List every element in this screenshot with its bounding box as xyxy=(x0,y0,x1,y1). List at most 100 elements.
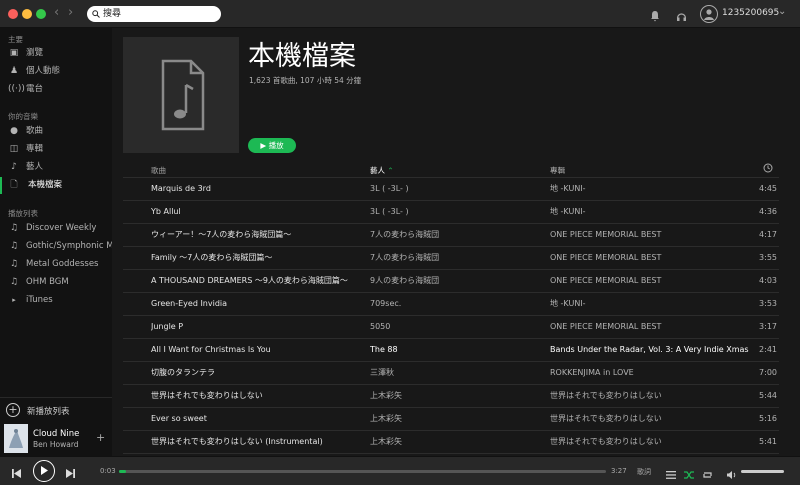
artist-cell[interactable]: The 88 xyxy=(370,339,540,361)
previous-track-icon[interactable] xyxy=(11,464,22,483)
progress-bar[interactable] xyxy=(119,470,606,473)
new-playlist-button[interactable]: + 新播放列表 xyxy=(0,397,112,421)
album-cell[interactable]: ONE PIECE MEMORIAL BEST xyxy=(550,270,755,292)
table-row[interactable]: 世界はそれでも変わりはしない (Instrumental) 上木彩矢 世界はそれ… xyxy=(123,431,779,454)
table-row[interactable]: 世界はそれでも変わりはしない 上木彩矢 世界はそれでも変わりはしない 5:44 xyxy=(123,385,779,408)
repeat-icon[interactable] xyxy=(702,465,713,484)
table-row[interactable]: All I Want for Christmas Is You The 88 B… xyxy=(123,339,779,362)
sidebar-item-label: 個人動態 xyxy=(26,66,61,76)
add-to-library-button[interactable]: + xyxy=(96,431,105,444)
playlist-icon: ♫ xyxy=(9,241,19,251)
sidebar-item-activity[interactable]: ♟ 個人動態 xyxy=(0,63,112,80)
sidebar-item-radio[interactable]: ((·)) 電台 xyxy=(0,81,112,98)
artist-cell[interactable]: 上木彩矢 xyxy=(370,408,540,430)
sidebar-item-browse[interactable]: ▣ 瀏覽 xyxy=(0,45,112,62)
sidebar-item-songs[interactable]: ● 歌曲 xyxy=(0,123,112,140)
search-input[interactable]: 搜尋 xyxy=(87,6,221,22)
column-header-album[interactable]: 專輯 xyxy=(550,165,755,176)
local-files-artwork xyxy=(123,37,239,153)
table-row[interactable]: A THOUSAND DREAMERS ～9人の麦わら海賊団篇～ 9人の麦わら海… xyxy=(123,270,779,293)
song-cell: ウィーアー！～7人の麦わら海賊団篇～ xyxy=(151,230,292,239)
artist-cell[interactable]: 上木彩矢 xyxy=(370,431,540,453)
table-row[interactable]: Family ～7人の麦わら海賊団篇～ 7人の麦わら海賊団 ONE PIECE … xyxy=(123,247,779,270)
sidebar-item-label: 電台 xyxy=(26,84,44,94)
song-cell: A THOUSAND DREAMERS ～9人の麦わら海賊団篇～ xyxy=(151,276,348,285)
duration-cell: 5:41 xyxy=(759,437,777,446)
album-cell[interactable]: 地 -KUNI- xyxy=(550,201,755,223)
table-row[interactable]: Marquis de 3rd 3L ( -3L- ) 地 -KUNI- 4:45 xyxy=(123,178,779,201)
play-label: 播放 xyxy=(268,141,284,150)
table-row[interactable]: Jungle P 5050 ONE PIECE MEMORIAL BEST 3:… xyxy=(123,316,779,339)
play-button[interactable]: ▶ 播放 xyxy=(248,138,296,153)
sidebar-item-playlist[interactable]: ♫ Discover Weekly xyxy=(0,220,112,237)
table-header: 歌曲 藝人 ⌃ 專輯 xyxy=(123,160,779,178)
artist-cell[interactable]: 9人の麦わら海賊団 xyxy=(370,270,540,292)
now-playing-artist[interactable]: Ben Howard xyxy=(33,440,79,449)
sidebar-item-folder[interactable]: ▸ iTunes xyxy=(0,292,112,309)
progress-fill xyxy=(119,470,127,473)
artist-cell[interactable]: 上木彩矢 xyxy=(370,385,540,407)
lyrics-button[interactable]: 歌詞 xyxy=(637,467,651,477)
sidebar-item-playlist[interactable]: ♫ Metal Goddesses xyxy=(0,256,112,273)
album-cell[interactable]: ONE PIECE MEMORIAL BEST xyxy=(550,224,755,246)
headphones-icon[interactable] xyxy=(676,7,687,26)
zoom-window-button[interactable] xyxy=(36,9,46,19)
table-row[interactable]: Green-Eyed Invidia 709sec. 地 -KUNI- 3:53 xyxy=(123,293,779,316)
album-cell[interactable]: 世界はそれでも変わりはしない xyxy=(550,431,755,453)
bell-icon[interactable] xyxy=(650,7,660,26)
album-cell[interactable]: 地 -KUNI- xyxy=(550,178,755,200)
artist-cell[interactable]: 5050 xyxy=(370,316,540,338)
table-row[interactable]: ウィーアー！～7人の麦わら海賊団篇～ 7人の麦わら海賊団 ONE PIECE M… xyxy=(123,224,779,247)
queue-icon[interactable] xyxy=(666,465,676,484)
volume-icon[interactable] xyxy=(726,465,737,484)
next-track-icon[interactable] xyxy=(65,464,76,483)
shuffle-icon[interactable] xyxy=(684,465,695,484)
play-pause-button[interactable] xyxy=(33,460,55,482)
forward-arrow-icon[interactable]: › xyxy=(68,5,73,20)
sidebar-item-label: 本機檔案 xyxy=(28,180,63,190)
collection-meta: 1,623 首歌曲, 107 小時 54 分鐘 xyxy=(249,76,362,85)
artist-cell[interactable]: 709sec. xyxy=(370,293,540,315)
table-row[interactable]: Ever so sweet 上木彩矢 世界はそれでも変わりはしない 5:16 xyxy=(123,408,779,431)
song-cell: Yb Allul xyxy=(151,207,181,216)
new-playlist-label: 新播放列表 xyxy=(27,407,70,417)
sidebar-item-local-files[interactable]: 🗋 本機檔案 xyxy=(0,177,112,194)
volume-slider[interactable] xyxy=(741,470,784,473)
table-row[interactable]: Yb Allul 3L ( -3L- ) 地 -KUNI- 4:36 xyxy=(123,201,779,224)
song-cell: Green-Eyed Invidia xyxy=(151,299,228,308)
local-files-icon: 🗋 xyxy=(10,180,18,190)
close-window-button[interactable] xyxy=(8,9,18,19)
artist-cell[interactable]: 7人の麦わら海賊団 xyxy=(370,224,540,246)
playlist-icon: ♫ xyxy=(9,277,19,287)
user-avatar-icon[interactable] xyxy=(700,5,718,23)
now-playing-title[interactable]: Cloud Nine xyxy=(33,429,79,439)
album-cell[interactable]: ROKKENJIMA in LOVE xyxy=(550,362,755,384)
artist-cell[interactable]: 3L ( -3L- ) xyxy=(370,178,540,200)
table-row[interactable]: 切腹のタランテラ 三澤秋 ROKKENJIMA in LOVE 7:00 xyxy=(123,362,779,385)
artist-cell[interactable]: 三澤秋 xyxy=(370,362,540,384)
album-cell[interactable]: 世界はそれでも変わりはしない xyxy=(550,408,755,430)
column-header-artist[interactable]: 藝人 ⌃ xyxy=(370,165,394,176)
sidebar-item-playlist[interactable]: ♫ Gothic/Symphonic Metal xyxy=(0,238,112,255)
album-cell[interactable]: 世界はそれでも変わりはしない xyxy=(550,385,755,407)
album-cell[interactable]: ONE PIECE MEMORIAL BEST xyxy=(550,316,755,338)
clock-icon[interactable] xyxy=(763,163,773,175)
artist-cell[interactable]: 3L ( -3L- ) xyxy=(370,201,540,223)
artist-cell[interactable]: 7人の麦わら海賊団 xyxy=(370,247,540,269)
username[interactable]: 1235200695 xyxy=(722,8,779,18)
sidebar-item-artists[interactable]: ♪ 藝人 xyxy=(0,159,112,176)
title-bar: ‹ › 搜尋 1235200695 ⌄ xyxy=(0,0,800,28)
back-arrow-icon[interactable]: ‹ xyxy=(54,5,59,20)
disclosure-triangle-icon[interactable]: ▸ xyxy=(8,292,20,309)
sidebar-item-albums[interactable]: ◫ 專輯 xyxy=(0,141,112,158)
chevron-down-icon[interactable]: ⌄ xyxy=(778,6,786,17)
album-cell[interactable]: Bands Under the Radar, Vol. 3: A Very In… xyxy=(550,339,755,361)
search-value: 搜尋 xyxy=(103,9,122,19)
column-header-song[interactable]: 歌曲 xyxy=(151,165,376,176)
sidebar-item-playlist[interactable]: ♫ OHM BGM xyxy=(0,274,112,291)
minimize-window-button[interactable] xyxy=(22,9,32,19)
song-cell: Family ～7人の麦わら海賊団篇～ xyxy=(151,253,273,262)
album-cell[interactable]: ONE PIECE MEMORIAL BEST xyxy=(550,247,755,269)
album-cover[interactable] xyxy=(4,424,28,453)
album-cell[interactable]: 地 -KUNI- xyxy=(550,293,755,315)
